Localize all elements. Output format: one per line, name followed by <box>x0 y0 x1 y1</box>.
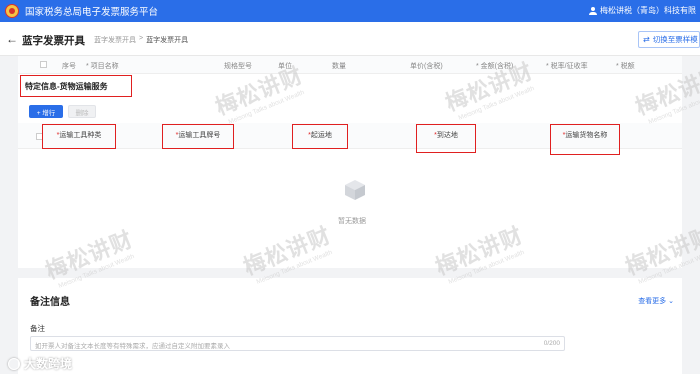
tax-emblem-icon <box>5 4 19 18</box>
empty-box-icon <box>345 180 365 200</box>
platform-title: 国家税务总局电子发票服务平台 <box>25 7 159 18</box>
back-arrow-icon[interactable]: ← <box>6 32 18 46</box>
remark-section-title: 备注信息 <box>30 297 70 308</box>
delete-row-button[interactable]: 删除 <box>68 105 96 118</box>
breadcrumb-current: 蓝字发票开具 <box>146 37 189 44</box>
source-watermark: 大数跨境 <box>8 355 72 372</box>
column-origin: *起运地 <box>292 124 348 149</box>
column-cargo-name: *运输货物名称 <box>550 124 620 155</box>
source-logo-icon <box>8 357 20 370</box>
source-watermark-text: 大数跨境 <box>24 357 73 371</box>
select-all-checkbox[interactable] <box>40 61 47 68</box>
special-info-title: 特定信息-货物运输服务 <box>20 75 132 97</box>
top-bar: 国家税务总局电子发票服务平台 梅松讲税（青岛）科技有限 <box>0 0 700 22</box>
empty-state-text: 暂无数据 <box>338 218 366 225</box>
column-quantity: 数量 <box>332 63 346 70</box>
user-menu[interactable]: 梅松讲税（青岛）科技有限 <box>589 5 696 16</box>
switch-label: 切换至票样模 <box>652 35 698 44</box>
remark-label: 备注 <box>30 324 45 333</box>
column-vehicle-plate: *运输工具牌号 <box>162 124 234 149</box>
column-unit: 单位 <box>278 63 292 70</box>
switch-icon: ⇄ <box>643 35 650 44</box>
page-header: ← 蓝字发票开具 蓝字发票开具 > 蓝字发票开具 ⇄ 切换至票样模 <box>0 22 700 56</box>
column-amount: * 金额(含税) <box>476 63 514 70</box>
remark-placeholder: 如开票人对备注文本长度等有特殊需求，应通过自定义附加要素录入 <box>35 343 230 350</box>
breadcrumb-item[interactable]: 蓝字发票开具 <box>94 35 136 45</box>
breadcrumb-separator: > <box>139 35 144 42</box>
view-more-link[interactable]: 查看更多 ⌄ <box>638 296 674 306</box>
column-destination: *到达地 <box>416 124 476 153</box>
remark-textarea[interactable]: 如开票人对备注文本长度等有特殊需求，应通过自定义附加要素录入 0/200 <box>30 336 565 351</box>
switch-to-sample-button[interactable]: ⇄ 切换至票样模 <box>638 31 700 48</box>
remark-char-counter: 0/200 <box>543 340 560 347</box>
column-tax-amount: * 税额 <box>616 63 635 70</box>
page-title: 蓝字发票开具 <box>22 35 85 47</box>
column-index: 序号 <box>62 63 76 70</box>
column-vehicle-type: *运输工具种类 <box>42 124 116 149</box>
remark-card: 备注信息 查看更多 ⌄ 备注 如开票人对备注文本长度等有特殊需求，应通过自定义附… <box>18 278 682 374</box>
column-unit-price: 单价(含税) <box>410 63 443 70</box>
user-name: 梅松讲税（青岛）科技有限 <box>600 6 696 15</box>
add-row-button[interactable]: + 增行 <box>29 105 63 118</box>
user-icon <box>589 6 597 15</box>
column-item-name: * 项目名称 <box>86 63 119 70</box>
items-table-header: 序号 * 项目名称 规格型号 单位 数量 单价(含税) * 金额(含税) * 税… <box>18 56 682 74</box>
invoice-items-card: 序号 * 项目名称 规格型号 单位 数量 单价(含税) * 金额(含税) * 税… <box>18 56 682 268</box>
column-spec: 规格型号 <box>224 63 252 70</box>
breadcrumb: 蓝字发票开具 > 蓝字发票开具 <box>94 35 188 45</box>
column-tax-rate: * 税率/征收率 <box>546 63 588 70</box>
